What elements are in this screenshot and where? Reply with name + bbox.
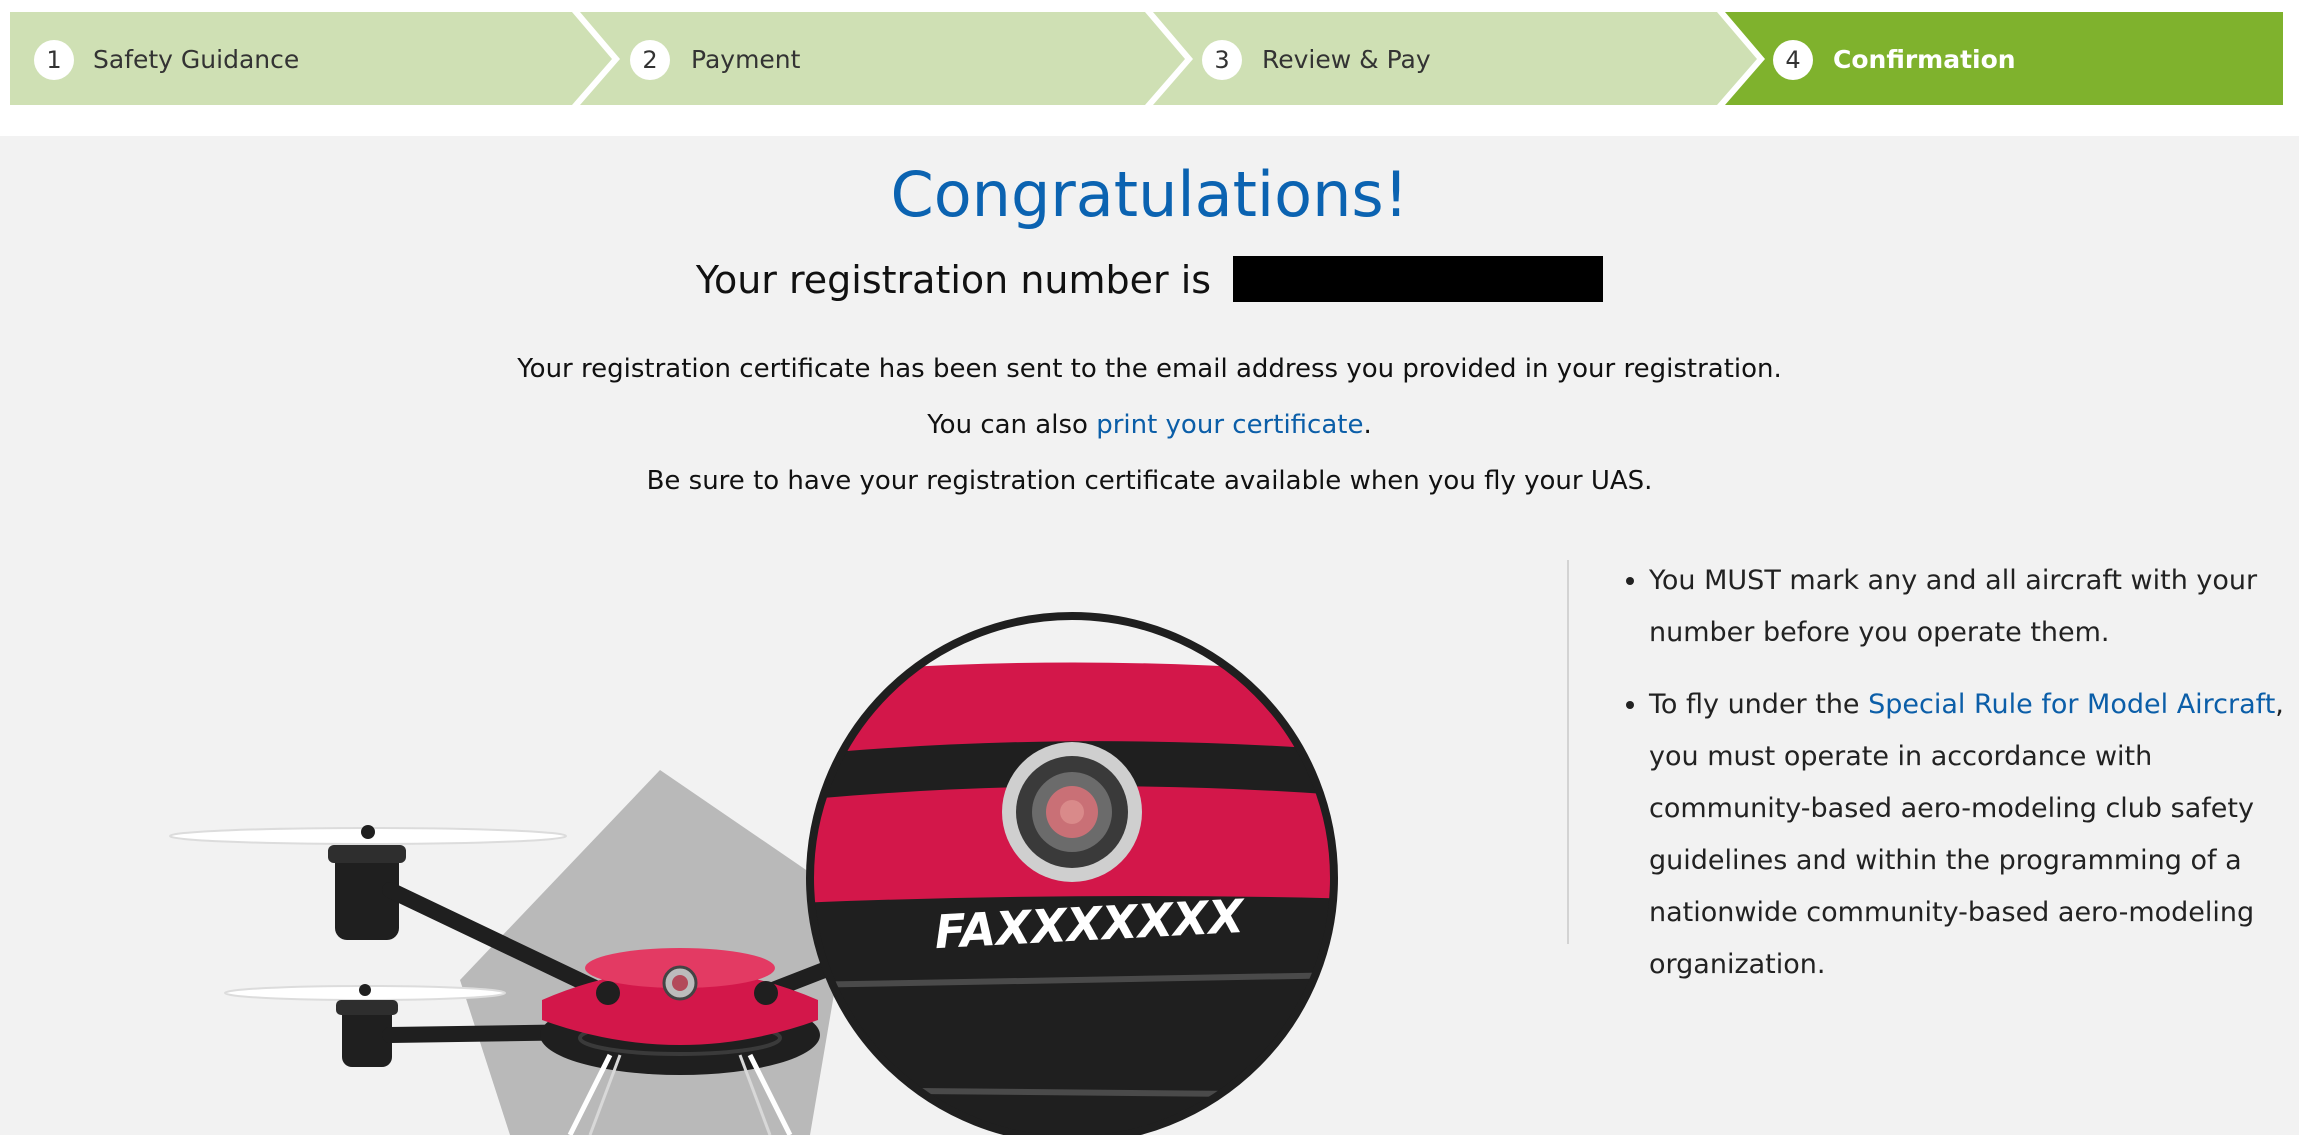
step-1-number: 1 bbox=[34, 40, 74, 80]
rule-2-prefix: To fly under the bbox=[1649, 689, 1869, 720]
step-1-label[interactable]: Safety Guidance bbox=[93, 42, 299, 78]
step-2-segment[interactable] bbox=[580, 12, 1185, 105]
print-suffix-text: . bbox=[1363, 410, 1372, 440]
step-3-segment[interactable] bbox=[1153, 12, 1757, 105]
print-prefix-text: You can also bbox=[927, 410, 1097, 440]
zoom-camera-lens-core bbox=[1060, 800, 1084, 824]
step-3-number: 3 bbox=[1202, 40, 1242, 80]
registration-number-redacted bbox=[1233, 255, 1604, 302]
step-4-number: 4 bbox=[1773, 40, 1813, 80]
rules-list: You MUST mark any and all aircraft with … bbox=[1615, 555, 2295, 1011]
zoom-seam-2 bbox=[812, 1087, 1332, 1098]
drone-body-screw-right bbox=[754, 981, 778, 1005]
step-2-label[interactable]: Payment bbox=[691, 42, 800, 78]
page-title: Congratulations! bbox=[890, 158, 1409, 231]
step-2-number: 2 bbox=[630, 40, 670, 80]
certificate-sent-text: Your registration certificate has been s… bbox=[517, 354, 1782, 384]
print-certificate-line: You can also print your certificate. bbox=[0, 410, 2299, 440]
registration-number-line: Your registration number is bbox=[0, 255, 2299, 306]
motor-bottom-cap bbox=[336, 1000, 398, 1015]
reminder-text: Be sure to have your registration certif… bbox=[646, 466, 1653, 496]
step-3-label[interactable]: Review & Pay bbox=[1262, 42, 1431, 78]
print-certificate-link[interactable]: print your certificate bbox=[1096, 410, 1363, 440]
drone-body-screw-left bbox=[596, 981, 620, 1005]
rule-1-text: You MUST mark any and all aircraft with … bbox=[1649, 565, 2258, 648]
drone-body-camera-lens bbox=[672, 975, 688, 991]
rule-2-suffix: , you must operate in accordance with co… bbox=[1649, 689, 2284, 980]
motor-top-cap bbox=[328, 845, 406, 863]
vertical-divider bbox=[1567, 560, 1569, 944]
registration-number-label: Your registration number is bbox=[695, 258, 1212, 302]
rule-item-special-rule: To fly under the Special Rule for Model … bbox=[1649, 679, 2295, 991]
propeller-bottom-hub bbox=[359, 984, 371, 996]
step-4-label[interactable]: Confirmation bbox=[1833, 42, 2016, 78]
drone-illustration: FAXXXXXXX bbox=[169, 612, 1338, 1135]
propeller-top-hub bbox=[361, 825, 375, 839]
rule-item-mark-aircraft: You MUST mark any and all aircraft with … bbox=[1649, 555, 2295, 659]
special-rule-link[interactable]: Special Rule for Model Aircraft bbox=[1868, 689, 2275, 720]
